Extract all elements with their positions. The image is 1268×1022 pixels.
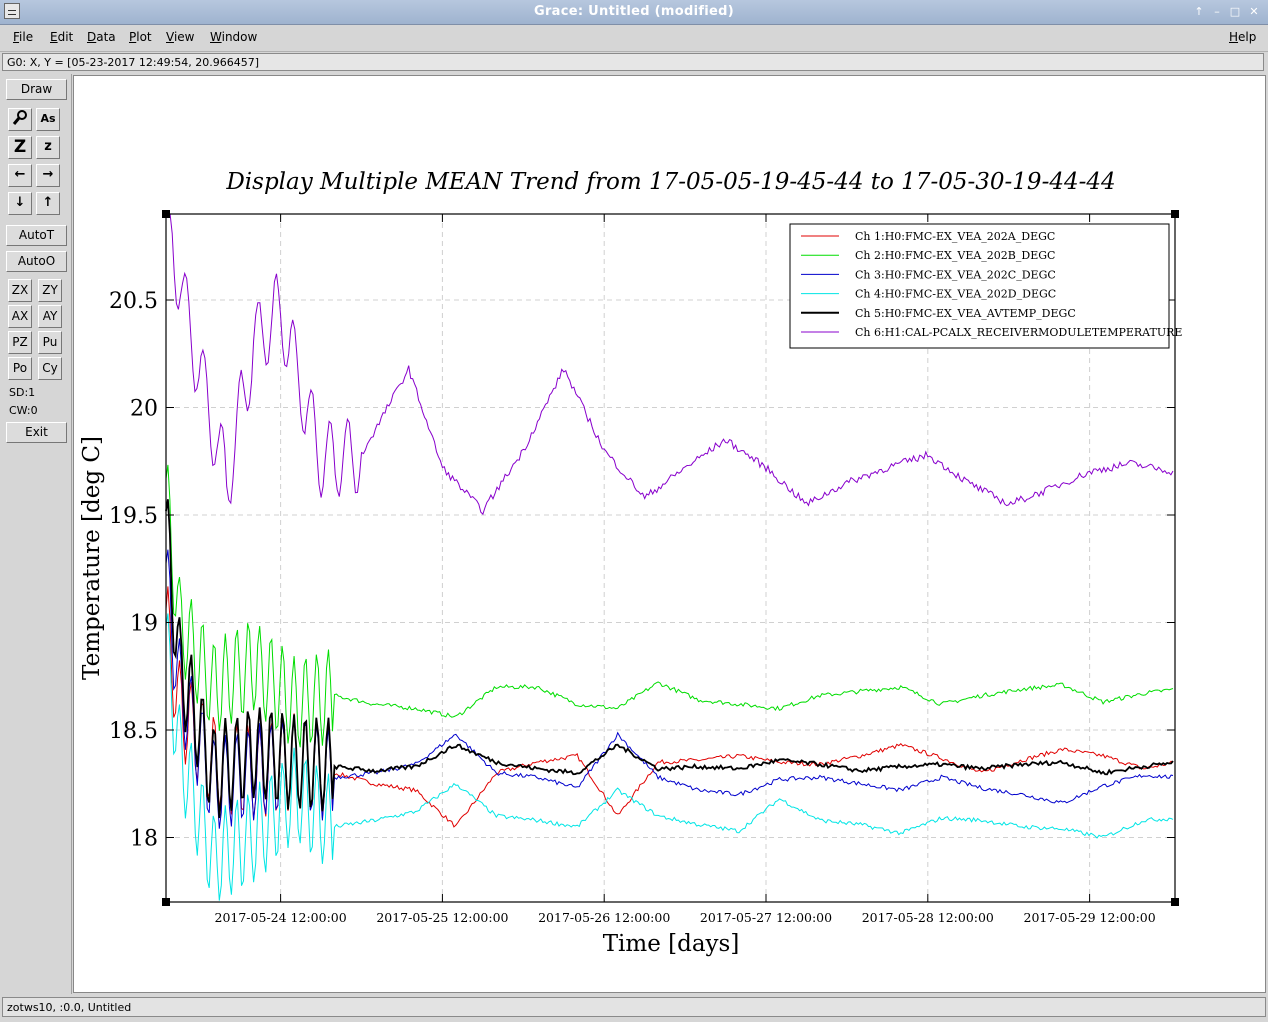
scroll-left-button[interactable]: ← <box>8 164 32 187</box>
autoscale-text-button[interactable]: As <box>36 108 60 131</box>
pu-button[interactable]: Pu <box>38 331 62 354</box>
selection-handle <box>1171 898 1179 906</box>
tool-panel: Draw As Z z ← → ↓ ↑ AutoT AutoO ZX ZY AX… <box>0 74 72 994</box>
x-tick-label: 2017-05-25 12:00:00 <box>376 910 508 925</box>
y-tick-label: 20.5 <box>109 289 158 314</box>
chart-legend: Ch 1:H0:FMC-EX_VEA_202A_DEGC Ch 2:H0:FMC-… <box>789 223 1182 349</box>
x-tick-label: 2017-05-28 12:00:00 <box>862 910 994 925</box>
legend-label: Ch 5:H0:FMC-EX_VEA_AVTEMP_DEGC <box>855 307 1076 320</box>
legend-label: Ch 2:H0:FMC-EX_VEA_202B_DEGC <box>855 249 1055 262</box>
ax-button[interactable]: AX <box>8 305 32 328</box>
legend-label: Ch 3:H0:FMC-EX_VEA_202C_DEGC <box>855 268 1056 281</box>
x-tick-label: 2017-05-26 12:00:00 <box>538 910 670 925</box>
x-tick-label: 2017-05-24 12:00:00 <box>215 910 347 925</box>
chart-title: Display Multiple MEAN Trend from 17-05-0… <box>225 169 1115 195</box>
menu-file[interactable]: File <box>13 30 33 44</box>
menu-view[interactable]: View <box>166 30 194 44</box>
autot-button[interactable]: AutoT <box>6 225 67 246</box>
legend-label: Ch 1:H0:FMC-EX_VEA_202A_DEGC <box>855 230 1055 243</box>
y-tick-label: 19.5 <box>109 504 158 529</box>
menu-data[interactable]: Data <box>87 30 116 44</box>
title-bar: Grace: Untitled (modified) ↑ – □ ✕ <box>0 0 1268 25</box>
y-tick-label: 20 <box>130 397 158 422</box>
x-tick-label: 2017-05-29 12:00:00 <box>1024 910 1156 925</box>
status-text: zotws10, :0.0, Untitled <box>2 997 1266 1017</box>
y-tick-label: 19 <box>130 612 158 637</box>
set-display-info: SD:1 <box>9 386 36 399</box>
window-title: Grace: Untitled (modified) <box>533 4 735 19</box>
menu-plot[interactable]: Plot <box>129 30 152 44</box>
legend-label: Ch 4:H0:FMC-EX_VEA_202D_DEGC <box>855 288 1056 301</box>
exit-button[interactable]: Exit <box>6 422 67 443</box>
maximize-window-icon[interactable]: □ <box>1227 4 1243 20</box>
series-line-2 <box>165 464 1174 748</box>
pz-button[interactable]: PZ <box>8 331 32 354</box>
x-axis-label: Time [days] <box>603 931 740 957</box>
zoom-out-button[interactable]: z <box>36 136 60 159</box>
trend-chart: Display Multiple MEAN Trend from 17-05-0… <box>79 169 1182 957</box>
x-tick-label: 2017-05-27 12:00:00 <box>700 910 832 925</box>
po-button[interactable]: Po <box>8 357 32 380</box>
minimize-window-icon[interactable]: – <box>1209 4 1225 20</box>
plot-canvas[interactable]: Display Multiple MEAN Trend from 17-05-0… <box>73 75 1266 993</box>
selection-handle <box>162 898 170 906</box>
scroll-right-button[interactable]: → <box>36 164 60 187</box>
y-tick-label: 18.5 <box>109 719 158 744</box>
locator-readout: G0: X, Y = [05-23-2017 12:49:54, 20.9664… <box>2 53 1264 71</box>
current-world-info: CW:0 <box>9 404 38 417</box>
locator-bar: G0: X, Y = [05-23-2017 12:49:54, 20.9664… <box>0 52 1268 72</box>
close-window-icon[interactable]: ✕ <box>1246 4 1262 20</box>
zx-button[interactable]: ZX <box>8 279 32 302</box>
legend-label: Ch 6:H1:CAL-PCALX_RECEIVERMODULETEMPERAT… <box>855 326 1182 339</box>
ay-button[interactable]: AY <box>38 305 62 328</box>
status-bar: zotws10, :0.0, Untitled <box>0 996 1268 1020</box>
zoom-button[interactable] <box>8 108 32 131</box>
magnifier-icon <box>12 110 27 125</box>
autoo-button[interactable]: AutoO <box>6 251 67 272</box>
menu-bar: File Edit Data Plot View Window Help <box>0 25 1268 52</box>
y-axis-label: Temperature [deg C] <box>79 436 105 680</box>
raise-window-icon[interactable]: ↑ <box>1191 4 1207 20</box>
menu-edit[interactable]: Edit <box>50 30 73 44</box>
draw-button[interactable]: Draw <box>6 79 67 100</box>
selection-handle <box>162 210 170 218</box>
zy-button[interactable]: ZY <box>38 279 62 302</box>
zoom-in-button[interactable]: Z <box>8 136 32 159</box>
cy-button[interactable]: Cy <box>38 357 62 380</box>
menu-window[interactable]: Window <box>210 30 257 44</box>
menu-help[interactable]: Help <box>1229 30 1256 44</box>
y-tick-label: 18 <box>130 827 158 852</box>
scroll-up-button[interactable]: ↑ <box>36 192 60 215</box>
scroll-down-button[interactable]: ↓ <box>8 192 32 215</box>
selection-handle <box>1171 210 1179 218</box>
